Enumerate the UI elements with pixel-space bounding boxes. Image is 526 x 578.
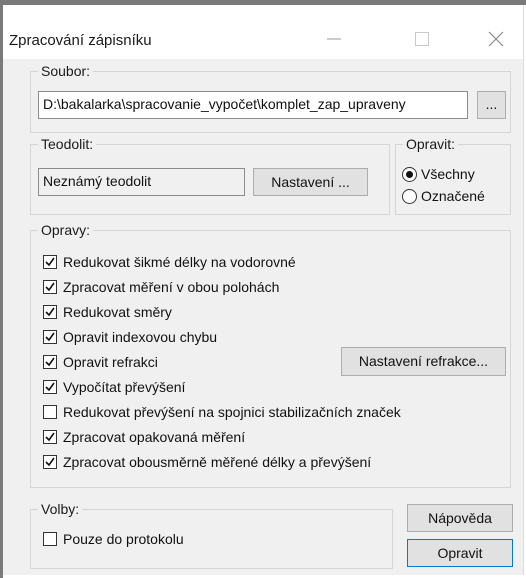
window-title: Zpracování zápisníku [9, 32, 152, 49]
checkbox-label: Zpracovat opakovaná měření [63, 429, 246, 445]
minimize-icon [327, 38, 341, 40]
maximize-button[interactable] [399, 25, 445, 53]
checkbox-label: Redukovat směry [63, 304, 172, 320]
checkbox-item[interactable]: Zpracovat opakovaná měření [43, 427, 245, 447]
checkbox-item[interactable]: Redukovat převýšení na spojnici stabiliz… [43, 402, 401, 422]
checkbox-label: Zpracovat měření v obou polohách [63, 279, 280, 295]
checkbox-item[interactable]: Opravit refrakci [43, 352, 158, 372]
apply-button[interactable]: Opravit [407, 539, 513, 567]
checkbox-index-error[interactable] [43, 330, 57, 344]
teodolit-legend: Teodolit: [38, 136, 97, 152]
checkbox-label: Opravit indexovou chybu [63, 329, 218, 345]
checkbox-item[interactable]: Opravit indexovou chybu [43, 327, 217, 347]
title-bar[interactable]: Zpracování zápisníku [3, 5, 523, 59]
checkbox-label: Vypočítat převýšení [63, 379, 186, 395]
checkbox-item[interactable]: Zpracovat obousměrně měřené délky a přev… [43, 452, 371, 472]
file-path-field[interactable]: D:\bakalarka\spracovanie_vypočet\komplet… [38, 91, 468, 119]
checkbox-label: Opravit refrakci [63, 354, 158, 370]
radio-selected[interactable]: Označené [402, 186, 485, 206]
dialog-window: Zpracování zápisníku Soubor: D:\bakalark… [3, 5, 524, 575]
checkbox-label: Redukovat převýšení na spojnici stabiliz… [63, 404, 401, 420]
checkmark-icon [45, 307, 55, 317]
checkbox-item[interactable]: Zpracovat měření v obou polohách [43, 277, 279, 297]
close-icon [488, 31, 504, 47]
radio-all[interactable]: Všechny [402, 164, 475, 184]
volby-legend: Volby: [38, 501, 83, 517]
checkbox-stabilization-marks[interactable] [43, 405, 57, 419]
checkmark-icon [45, 357, 55, 367]
maximize-icon [415, 32, 429, 46]
minimize-button[interactable] [311, 25, 357, 53]
checkbox-both-faces[interactable] [43, 280, 57, 294]
radio-button-selected[interactable] [402, 188, 417, 204]
soubor-legend: Soubor: [38, 63, 94, 79]
radio-selected-label: Označené [421, 188, 485, 204]
checkbox-protocol-only[interactable] [43, 532, 57, 546]
refraction-settings-button[interactable]: Nastavení refrakce... [341, 347, 506, 376]
checkmark-icon [45, 382, 55, 392]
help-button[interactable]: Nápověda [407, 504, 513, 532]
checkbox-bidirectional[interactable] [43, 455, 57, 469]
checkbox-item[interactable]: Vypočítat převýšení [43, 377, 185, 397]
checkbox-item[interactable]: Redukovat směry [43, 302, 172, 322]
checkbox-height-difference[interactable] [43, 380, 57, 394]
radio-all-label: Všechny [421, 166, 475, 182]
close-button[interactable] [473, 25, 519, 53]
checkmark-icon [45, 457, 55, 467]
opravit-legend: Opravit: [403, 136, 459, 152]
theodolite-name-field[interactable]: Neznámý teodolit [38, 168, 245, 196]
checkbox-slope-reduction[interactable] [43, 255, 57, 269]
opravy-legend: Opravy: [38, 222, 94, 238]
radio-dot-icon [406, 170, 413, 178]
checkbox-refraction[interactable] [43, 355, 57, 369]
checkbox-item[interactable]: Redukovat šikmé délky na vodorovné [43, 252, 296, 272]
radio-button-all[interactable] [402, 166, 417, 182]
checkbox-reduce-directions[interactable] [43, 305, 57, 319]
checkbox-label: Zpracovat obousměrně měřené délky a přev… [63, 454, 372, 470]
checkmark-icon [45, 282, 55, 292]
checkbox-repeated-measurements[interactable] [43, 430, 57, 444]
checkbox-label: Redukovat šikmé délky na vodorovné [63, 254, 296, 270]
checkbox-item[interactable]: Pouze do protokolu [43, 529, 184, 549]
browse-button[interactable]: ... [477, 91, 506, 119]
checkbox-label: Pouze do protokolu [63, 531, 184, 547]
checkmark-icon [45, 257, 55, 267]
theodolite-settings-button[interactable]: Nastavení ... [253, 168, 368, 196]
checkmark-icon [45, 432, 55, 442]
checkmark-icon [45, 332, 55, 342]
